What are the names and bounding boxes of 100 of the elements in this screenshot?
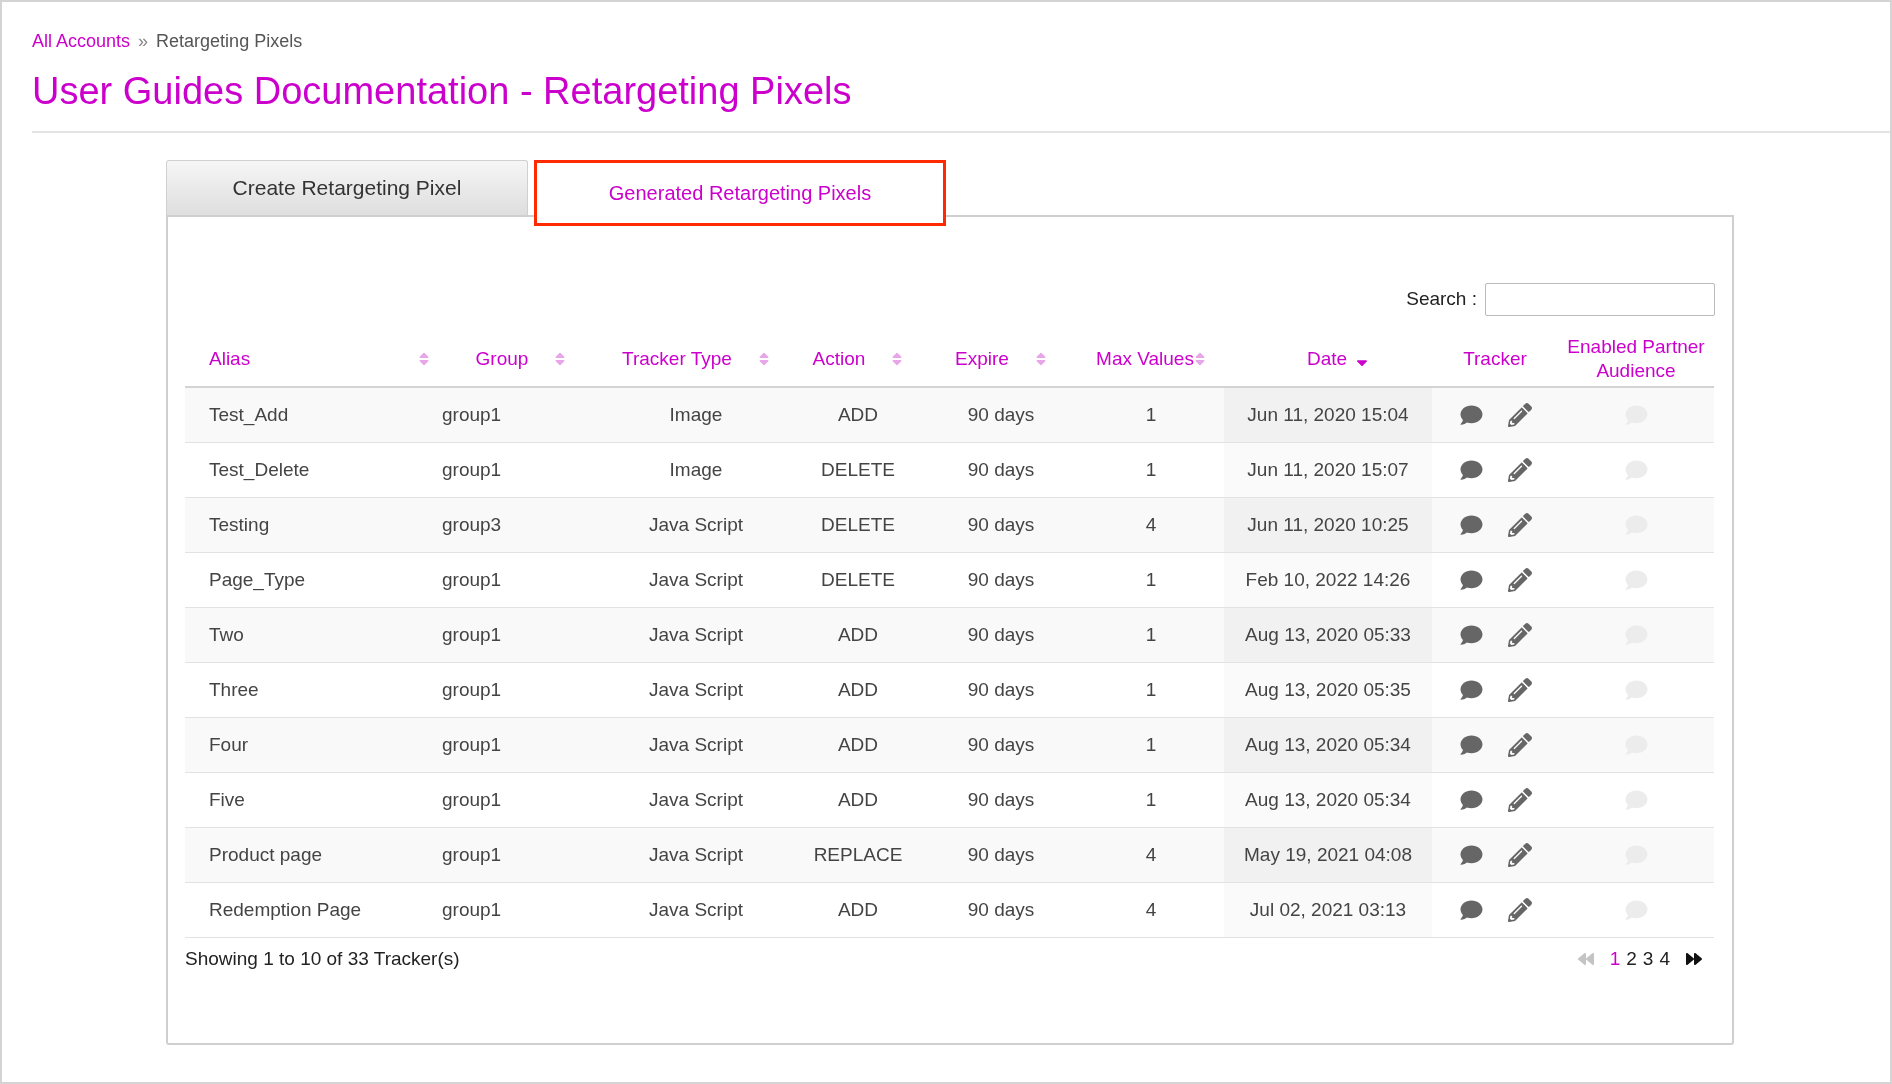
table-cell-text: group1: [442, 402, 502, 427]
breadcrumb-link[interactable]: All Accounts: [32, 28, 131, 55]
table-cell-text: Java Script: [649, 512, 743, 537]
table-cell-text: 1: [1145, 567, 1157, 592]
table-cell-text: Two: [209, 622, 244, 647]
table-cell-text: ADD: [837, 897, 879, 922]
pencil-icon[interactable]: [1507, 678, 1532, 702]
table-cell-text: 1: [1145, 402, 1157, 427]
table-cell-text: Java Script: [649, 787, 743, 812]
table-cell-text: ADD: [837, 622, 879, 647]
table-row[interactable]: Redemption Page group1 Java Script ADD 90 days 4 Jul 02, 2021 03:13: [185, 883, 1714, 938]
table-cell-text: 4: [1145, 897, 1157, 922]
table-cell-text: Java Script: [649, 677, 743, 702]
table-cell-text: REPLACE: [813, 842, 903, 867]
table-cell-text: Aug 13, 2020 05:33: [1245, 622, 1411, 647]
pencil-icon[interactable]: [1507, 513, 1532, 537]
table-cell-text: 90 days: [967, 622, 1035, 647]
table-cell-text: 90 days: [967, 512, 1035, 537]
table-cell-text: Image: [669, 457, 723, 482]
pencil-icon[interactable]: [1507, 733, 1532, 757]
table-cell-text: 90 days: [967, 567, 1035, 592]
pencil-icon[interactable]: [1507, 403, 1532, 427]
column-header[interactable]: Alias: [209, 347, 251, 371]
table-row[interactable]: Five group1 Java Script ADD 90 days 1 Aug 13, 2020 05:34: [185, 773, 1714, 828]
table-cell-text: Feb 10, 2022 14:26: [1245, 567, 1411, 592]
table-cell-text: Redemption Page: [209, 897, 362, 922]
comment-icon[interactable]: [1458, 899, 1484, 921]
column-header[interactable]: Tracker: [1463, 347, 1527, 371]
table-cell-text: 4: [1145, 842, 1157, 867]
table-cell-text: group1: [442, 457, 502, 482]
table-cell-text: ADD: [837, 732, 879, 757]
table-cell-text: 1: [1145, 732, 1157, 757]
breadcrumb-current: Retargeting Pixels: [156, 30, 303, 53]
table-cell-text: Testing: [209, 512, 270, 537]
table-row[interactable]: Three group1 Java Script ADD 90 days 1 Aug 13, 2020 05:35: [185, 663, 1714, 718]
comment-icon[interactable]: [1458, 624, 1484, 646]
table-cell-text: 1: [1145, 457, 1157, 482]
table-cell-text: Test_Add: [209, 402, 289, 428]
comment-icon[interactable]: [1458, 679, 1484, 701]
table-cell-text: 90 days: [967, 732, 1035, 757]
pencil-icon[interactable]: [1507, 458, 1532, 482]
comment-icon[interactable]: [1458, 789, 1484, 811]
table-row[interactable]: Testing group3 Java Script DELETE 90 days 4 Jun 11, 2020 10:25: [185, 498, 1714, 553]
table-row[interactable]: Four group1 Java Script ADD 90 days 1 Aug 13, 2020 05:34: [185, 718, 1714, 773]
comment-icon[interactable]: [1458, 514, 1484, 536]
table-cell-text: 90 days: [967, 897, 1035, 922]
column-header[interactable]: Max Values: [1096, 347, 1194, 371]
column-header[interactable]: Enabled Partner Audience: [1564, 335, 1708, 383]
table-cell-text: 90 days: [967, 842, 1035, 867]
comment-icon[interactable]: [1458, 734, 1484, 756]
table-cell-text: group1: [442, 842, 502, 867]
table-cell-text: Java Script: [649, 567, 743, 592]
page-link[interactable]: 4: [1659, 944, 1670, 974]
comment-icon[interactable]: [1458, 569, 1484, 591]
table-cell-text: Aug 13, 2020 05:35: [1245, 677, 1411, 702]
table-row[interactable]: Page_Type group1 Java Script DELETE 90 days 1 Feb 10, 2022 14:26: [185, 553, 1714, 608]
search-field[interactable]: [1485, 283, 1715, 316]
table-row[interactable]: Test_Delete group1 Image DELETE 90 days 1 Jun 11, 2020 15:07: [185, 443, 1714, 498]
page-link[interactable]: 3: [1642, 944, 1654, 974]
table-row[interactable]: Two group1 Java Script ADD 90 days 1 Aug 13, 2020 05:33: [185, 608, 1714, 663]
page-link[interactable]: 1: [1609, 944, 1621, 974]
pencil-icon[interactable]: [1507, 623, 1532, 647]
comment-icon[interactable]: [1458, 459, 1484, 481]
table-cell-text: Test_Delete: [209, 457, 310, 483]
table-cell-text: ADD: [837, 402, 879, 427]
table-cell-text: Three: [209, 677, 259, 702]
table-cell-text: group1: [442, 732, 502, 757]
pencil-icon[interactable]: [1507, 843, 1532, 867]
column-header[interactable]: Date: [1306, 347, 1348, 371]
table-cell-text: DELETE: [821, 512, 895, 537]
comment-icon[interactable]: [1458, 844, 1484, 866]
table-cell-text: ADD: [837, 677, 879, 702]
table-cell-text: group3: [442, 512, 502, 537]
table-row[interactable]: Product page group1 Java Script REPLACE 90 days 4 May 19, 2021 04:08: [185, 828, 1714, 883]
table-cell-text: 1: [1145, 677, 1157, 702]
table-cell-text: Java Script: [649, 842, 743, 867]
column-header[interactable]: Tracker Type: [622, 347, 732, 371]
table-cell-text: Jun 11, 2020 15:04: [1247, 402, 1409, 427]
column-header[interactable]: Action: [812, 347, 866, 371]
table-row[interactable]: Test_Add group1 Image ADD 90 days 1 Jun 11, 2020 15:04: [185, 388, 1714, 443]
table-cell-text: DELETE: [821, 567, 895, 592]
table-cell-text: Aug 13, 2020 05:34: [1245, 787, 1411, 812]
page-link[interactable]: 2: [1626, 944, 1637, 974]
next-page-icon[interactable]: [1684, 951, 1704, 967]
page-title: User Guides Documentation - Retargeting Pixels: [32, 69, 853, 114]
table-cell-text: Five: [209, 787, 245, 812]
pencil-icon[interactable]: [1507, 568, 1532, 592]
table-cell-text: Product page: [209, 842, 323, 867]
tab[interactable]: Generated Retargeting Pixels: [534, 160, 946, 226]
table-cell-text: Jun 11, 2020 10:25: [1247, 512, 1409, 537]
table-cell-text: DELETE: [821, 457, 895, 482]
tab[interactable]: Create Retargeting Pixel: [166, 160, 528, 215]
table-cell-text: 90 days: [967, 402, 1035, 427]
table-cell-text: Page_Type: [209, 567, 306, 593]
pencil-icon[interactable]: [1507, 788, 1532, 812]
column-header[interactable]: Group: [475, 347, 529, 371]
column-header[interactable]: Expire: [955, 347, 1009, 371]
comment-icon[interactable]: [1458, 404, 1484, 426]
pencil-icon[interactable]: [1507, 898, 1532, 922]
table-cell-text: 90 days: [967, 677, 1035, 702]
